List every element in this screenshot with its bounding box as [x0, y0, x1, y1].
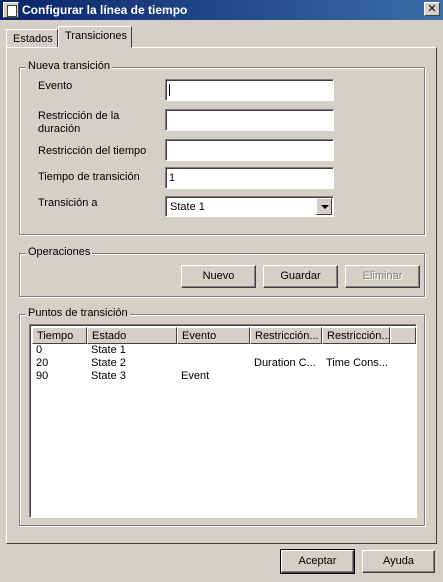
title-bar: Configurar la línea de tiempo ✕	[0, 0, 443, 20]
guardar-button[interactable]: Guardar	[263, 265, 338, 288]
transicion-a-select[interactable]: State 1	[165, 196, 334, 217]
cell-restriccion-tiempo: Time Cons...	[326, 357, 388, 369]
evento-label: Evento	[38, 80, 73, 92]
chevron-down-icon[interactable]	[316, 198, 332, 215]
cell-estado: State 2	[91, 357, 126, 369]
puntos-transicion-list[interactable]: Tiempo Estado Evento Restricción... Rest…	[29, 324, 417, 518]
restriccion-tiempo-input[interactable]	[165, 139, 334, 161]
tab-transiciones[interactable]: Transiciones	[58, 26, 132, 48]
cell-restriccion-duracion: Duration C...	[254, 357, 316, 369]
tab-estados[interactable]: Estados	[6, 29, 58, 47]
transicion-a-value: State 1	[170, 201, 205, 213]
evento-input[interactable]	[165, 79, 334, 101]
cell-tiempo: 90	[36, 370, 49, 382]
close-button[interactable]: ✕	[424, 2, 440, 16]
app-icon	[3, 2, 19, 18]
cell-evento: Event	[181, 370, 210, 382]
cell-estado: State 1	[91, 344, 126, 356]
column-header-tiempo[interactable]: Tiempo	[32, 327, 87, 344]
tab-panel-transiciones: Nueva transición Evento Restricción de l…	[6, 47, 437, 544]
tiempo-transicion-input[interactable]: 1	[165, 167, 334, 189]
nueva-transicion-group: Nueva transición Evento Restricción de l…	[19, 60, 425, 235]
restriccion-duracion-input[interactable]	[165, 109, 334, 131]
restriccion-duracion-label: Restricción de la duración	[38, 110, 120, 135]
column-header-evento[interactable]: Evento	[177, 327, 250, 344]
ayuda-button[interactable]: Ayuda	[362, 550, 435, 573]
column-header-restriccion-tiempo[interactable]: Restricción...	[322, 327, 390, 344]
cell-estado: State 3	[91, 370, 126, 382]
operaciones-legend: Operaciones	[26, 246, 93, 258]
cell-tiempo: 20	[36, 357, 49, 369]
operaciones-group: Operaciones Nuevo Guardar Eliminar	[19, 246, 425, 297]
puntos-transicion-group: Puntos de transición Tiempo Estado Event…	[19, 307, 425, 526]
column-header-restriccion-duracion[interactable]: Restricción...	[250, 327, 322, 344]
list-header: Tiempo Estado Evento Restricción... Rest…	[32, 327, 418, 344]
puntos-transicion-legend: Puntos de transición	[26, 307, 130, 319]
column-header-estado[interactable]: Estado	[87, 327, 177, 344]
nueva-transicion-legend: Nueva transición	[26, 60, 112, 72]
eliminar-button[interactable]: Eliminar	[345, 265, 420, 288]
window-title: Configurar la línea de tiempo	[22, 3, 188, 17]
transicion-a-label: Transición a	[38, 197, 98, 209]
restriccion-tiempo-label: Restricción del tiempo	[38, 145, 147, 157]
nuevo-button[interactable]: Nuevo	[181, 265, 256, 288]
aceptar-button[interactable]: Aceptar	[280, 549, 355, 574]
tiempo-transicion-label: Tiempo de transición	[38, 171, 140, 183]
column-header-filler	[390, 327, 416, 344]
cell-tiempo: 0	[36, 344, 43, 356]
